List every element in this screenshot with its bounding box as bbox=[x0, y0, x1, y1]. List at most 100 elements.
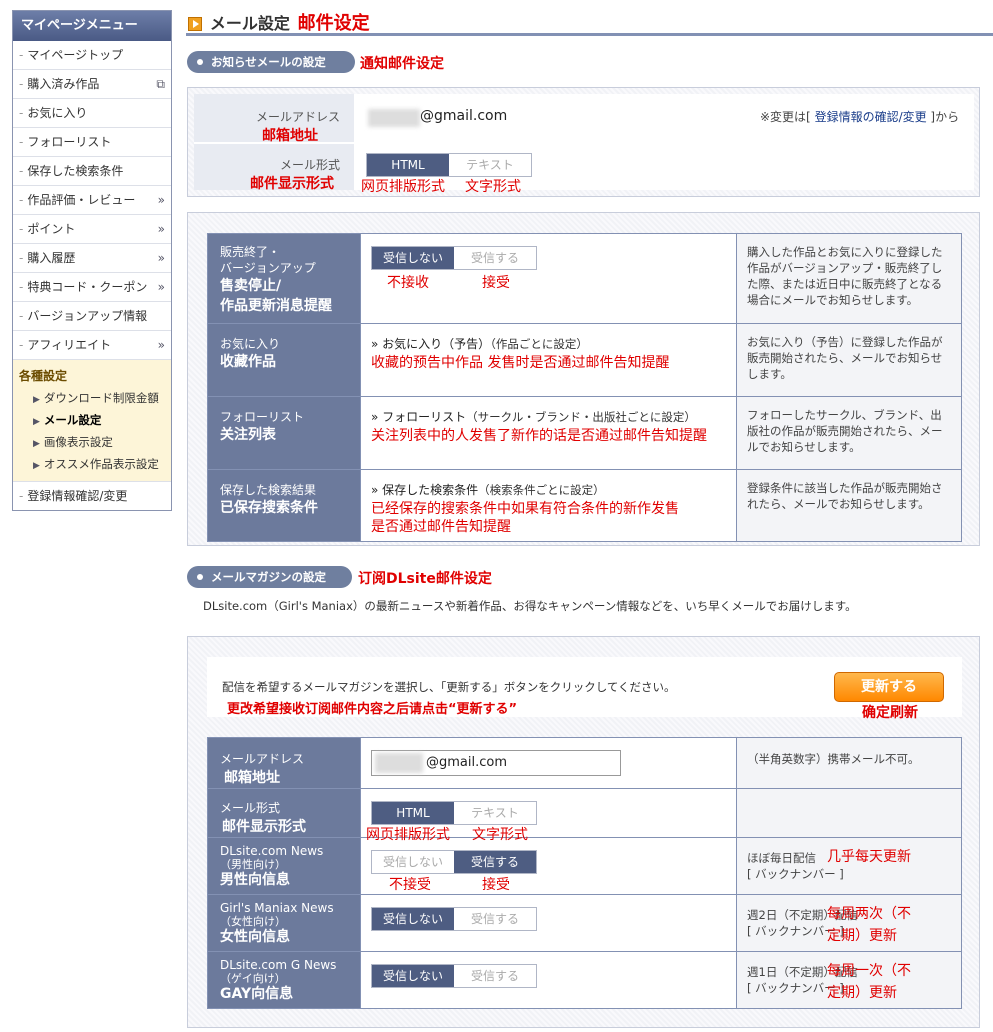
notify-row-label-cell: お気に入り 收藏作品 bbox=[207, 323, 361, 397]
back-number-link[interactable]: [ バックナンバー ] bbox=[747, 867, 844, 881]
sidebar-item-label: お気に入り bbox=[27, 106, 88, 120]
magazine-intro: DLsite.com（Girl's Maniax）の最新ニュースや新着作品、お得… bbox=[203, 599, 857, 613]
sidebar-settings-title: 各種設定 bbox=[19, 369, 68, 383]
sidebar-item-label: 購入済み作品 bbox=[27, 77, 100, 91]
sidebar-item-label: ポイント bbox=[27, 222, 76, 236]
notify-row-label-cell: 販売終了・ バージョンアップ 售卖停止/ 作品更新消息提醒 bbox=[207, 233, 361, 324]
sidebar-item-arrow-icon: » bbox=[157, 222, 165, 236]
notify-email-label-cell: メールアドレス 邮箱地址 bbox=[194, 94, 354, 144]
sidebar-settings-item[interactable]: ▶ 画像表示設定 bbox=[19, 431, 171, 453]
sidebar-item[interactable]: - 保存した検索条件 bbox=[13, 157, 171, 186]
sidebar-item-label: 保存した検索条件 bbox=[27, 164, 124, 178]
notify-row: フォローリスト 关注列表» フォローリスト（サークル・ブランド・出版社ごとに設定）… bbox=[207, 396, 962, 470]
sidebar-item[interactable]: - バージョンアップ情報 bbox=[13, 302, 171, 331]
sidebar-item-label: バージョンアップ情報 bbox=[27, 309, 148, 323]
sidebar-item[interactable]: - フォローリスト bbox=[13, 128, 171, 157]
mag-format-html-option[interactable]: HTML bbox=[372, 802, 454, 824]
notify-row-desc: フォローしたサークル、ブランド、出版社の作品が販売開始されたら、メールでお知らせ… bbox=[736, 396, 962, 470]
mag-format-label-cell: メール形式 邮件显示形式 bbox=[207, 788, 361, 838]
format-text-option[interactable]: テキスト bbox=[449, 154, 531, 176]
sidebar-item[interactable]: - お気に入り bbox=[13, 99, 171, 128]
sidebar-item-label: 登録情報確認/変更 bbox=[27, 489, 128, 503]
sidebar-item[interactable]: - 購入済み作品 ⧉ bbox=[13, 70, 171, 99]
sidebar-item[interactable]: - 作品評価・レビュー» bbox=[13, 186, 171, 215]
mag-email-cell: @gmail.com bbox=[360, 737, 737, 789]
change-note: ※変更は[ 登録情報の確認/変更 ]から bbox=[760, 110, 960, 124]
notify-format-label-cell: メール形式 邮件显示形式 bbox=[194, 144, 354, 192]
sidebar-item-label: 購入履歴 bbox=[27, 251, 76, 265]
news-on-option[interactable]: 受信する bbox=[454, 851, 536, 873]
news-on-option[interactable]: 受信する bbox=[454, 908, 536, 930]
sidebar-settings-item[interactable]: ▶ ダウンロード制限金額 bbox=[19, 387, 171, 409]
notify-row: 保存した検索結果 已保存搜索条件» 保存した検索条件（検索条件ごとに設定） 已经保存… bbox=[207, 469, 962, 542]
sidebar-settings-item[interactable]: ▶ メール設定 bbox=[19, 409, 171, 431]
triangle-icon: ▶ bbox=[33, 395, 40, 405]
receive-off-option[interactable]: 受信しない bbox=[372, 247, 454, 269]
sidebar-item-label: フォローリスト bbox=[27, 135, 112, 149]
receive-on-option[interactable]: 受信する bbox=[454, 247, 536, 269]
notify-row-desc: お気に入り（予告）に登録した作品が販売開始されたら、メールでお知らせします。 bbox=[736, 323, 962, 397]
sidebar-item[interactable]: - ポイント» bbox=[13, 215, 171, 244]
sidebar-item-label: 作品評価・レビュー bbox=[27, 193, 136, 207]
header-divider bbox=[186, 33, 993, 36]
page-title: メール設定 邮件设定 bbox=[188, 9, 370, 34]
sidebar-item[interactable]: - 購入履歴» bbox=[13, 244, 171, 273]
news-row: Girl's Maniax News （女性向け） 女性向信息 受信しない 受信する 週2… bbox=[207, 894, 962, 952]
row-setting-link[interactable]: » お気に入り（予告） bbox=[371, 337, 490, 351]
triangle-icon: ▶ bbox=[33, 439, 40, 449]
sidebar-item-arrow-icon: » bbox=[157, 338, 165, 352]
sidebar-item-arrow-icon: » bbox=[157, 251, 165, 265]
magazine-section-pill: メールマガジンの設定 bbox=[187, 566, 352, 588]
news-receive-toggle: 受信しない 受信する bbox=[371, 964, 537, 988]
sidebar-item-label: 特典コード・クーポン bbox=[27, 280, 148, 294]
sidebar-item-arrow-icon: » bbox=[157, 280, 165, 294]
notify-types-table: 販売終了・ バージョンアップ 售卖停止/ 作品更新消息提醒 受信しない 受信する 不接收… bbox=[207, 233, 962, 542]
notify-row: 販売終了・ バージョンアップ 售卖停止/ 作品更新消息提醒 受信しない 受信する 不接收… bbox=[207, 233, 962, 324]
sidebar-item[interactable]: - アフィリエイト» bbox=[13, 331, 171, 360]
news-label-cell: DLsite.com G News （ゲイ向け） GAY向信息 bbox=[207, 951, 361, 1009]
news-freq-cell: 週1日（不定期）配信[ バックナンバー ] 每周一次（不 定期）更新 bbox=[736, 951, 962, 1009]
mag-email-label-cell: メールアドレス 邮箱地址 bbox=[207, 737, 361, 789]
sidebar: マイページメニュー - マイページトップ - 購入済み作品 ⧉ - お気に入り - フォローリス… bbox=[12, 10, 172, 511]
notify-format-toggle: HTML テキスト bbox=[366, 153, 532, 177]
sidebar-item[interactable]: - 特典コード・クーポン» bbox=[13, 273, 171, 302]
triangle-icon: ▶ bbox=[33, 417, 40, 427]
news-off-option[interactable]: 受信しない bbox=[372, 908, 454, 930]
row-setting-link[interactable]: » フォローリスト bbox=[371, 410, 466, 424]
sidebar-settings-group: 各種設定 ▶ ダウンロード制限金額 ▶ メール設定 ▶ 画像表示設定 ▶ オススメ作品表示設定 bbox=[13, 360, 171, 482]
account-change-link[interactable]: 登録情報の確認/変更 bbox=[815, 110, 927, 124]
news-receive-toggle: 受信しない 受信する bbox=[371, 907, 537, 931]
news-row: DLsite.com G News （ゲイ向け） GAY向信息 受信しない 受信する 週1… bbox=[207, 951, 962, 1009]
mag-format-text-option[interactable]: テキスト bbox=[454, 802, 536, 824]
sidebar-title: マイページメニュー bbox=[13, 11, 171, 41]
notify-row-desc: 購入した作品とお気に入りに登録した作品がバージョンアップ・販売終了した際、または… bbox=[736, 233, 962, 324]
magazine-section-note: 订阅DLsite邮件设定 bbox=[358, 571, 492, 587]
sidebar-item-account[interactable]: - 登録情報確認/変更 bbox=[13, 482, 171, 511]
notify-row-desc: 登録条件に該当した作品が販売開始されたら、メールでお知らせします。 bbox=[736, 469, 962, 542]
notify-section-pill: お知らせメールの設定 bbox=[187, 51, 355, 73]
sidebar-item-arrow-icon: ⧉ bbox=[156, 77, 165, 91]
mag-email-note: （半角英数字）携帯メール不可。 bbox=[736, 737, 962, 789]
notify-row-label-cell: 保存した検索結果 已保存搜索条件 bbox=[207, 469, 361, 542]
sidebar-item-arrow-icon: » bbox=[157, 193, 165, 207]
notify-address-panel: メールアドレス 邮箱地址 メール形式 邮件显示形式 @gmail.com ※変更… bbox=[187, 87, 980, 197]
update-button[interactable]: 更新する bbox=[834, 672, 944, 702]
notify-row-label-cell: フォローリスト 关注列表 bbox=[207, 396, 361, 470]
sidebar-item[interactable]: - マイページトップ bbox=[13, 41, 171, 70]
magazine-table: メールアドレス 邮箱地址 @gmail.com （半角英数字）携帯メール不可。 … bbox=[207, 737, 962, 1009]
notify-section-note: 通知邮件设定 bbox=[360, 56, 444, 72]
sidebar-item-label: マイページトップ bbox=[27, 48, 124, 62]
row-setting-link[interactable]: » 保存した検索条件 bbox=[371, 483, 478, 497]
news-off-option[interactable]: 受信しない bbox=[372, 965, 454, 987]
news-freq-cell: 週2日（不定期）配信[ バックナンバー ] 每周两次（不 定期）更新 bbox=[736, 894, 962, 952]
notify-row: お気に入り 收藏作品» お気に入り（予告）（作品ごとに設定） 收藏的预告中作品 发售… bbox=[207, 323, 962, 397]
mag-format-cell: HTML テキスト 网页排版形式 文字形式 bbox=[360, 788, 737, 843]
mag-format-toggle: HTML テキスト bbox=[371, 801, 537, 825]
sidebar-settings-item[interactable]: ▶ オススメ作品表示設定 bbox=[19, 453, 171, 475]
news-on-option[interactable]: 受信する bbox=[454, 965, 536, 987]
sidebar-item-label: アフィリエイト bbox=[27, 338, 112, 352]
triangle-icon: ▶ bbox=[33, 461, 40, 471]
format-html-option[interactable]: HTML bbox=[367, 154, 449, 176]
news-receive-toggle: 受信しない 受信する bbox=[371, 850, 537, 874]
news-off-option[interactable]: 受信しない bbox=[372, 851, 454, 873]
